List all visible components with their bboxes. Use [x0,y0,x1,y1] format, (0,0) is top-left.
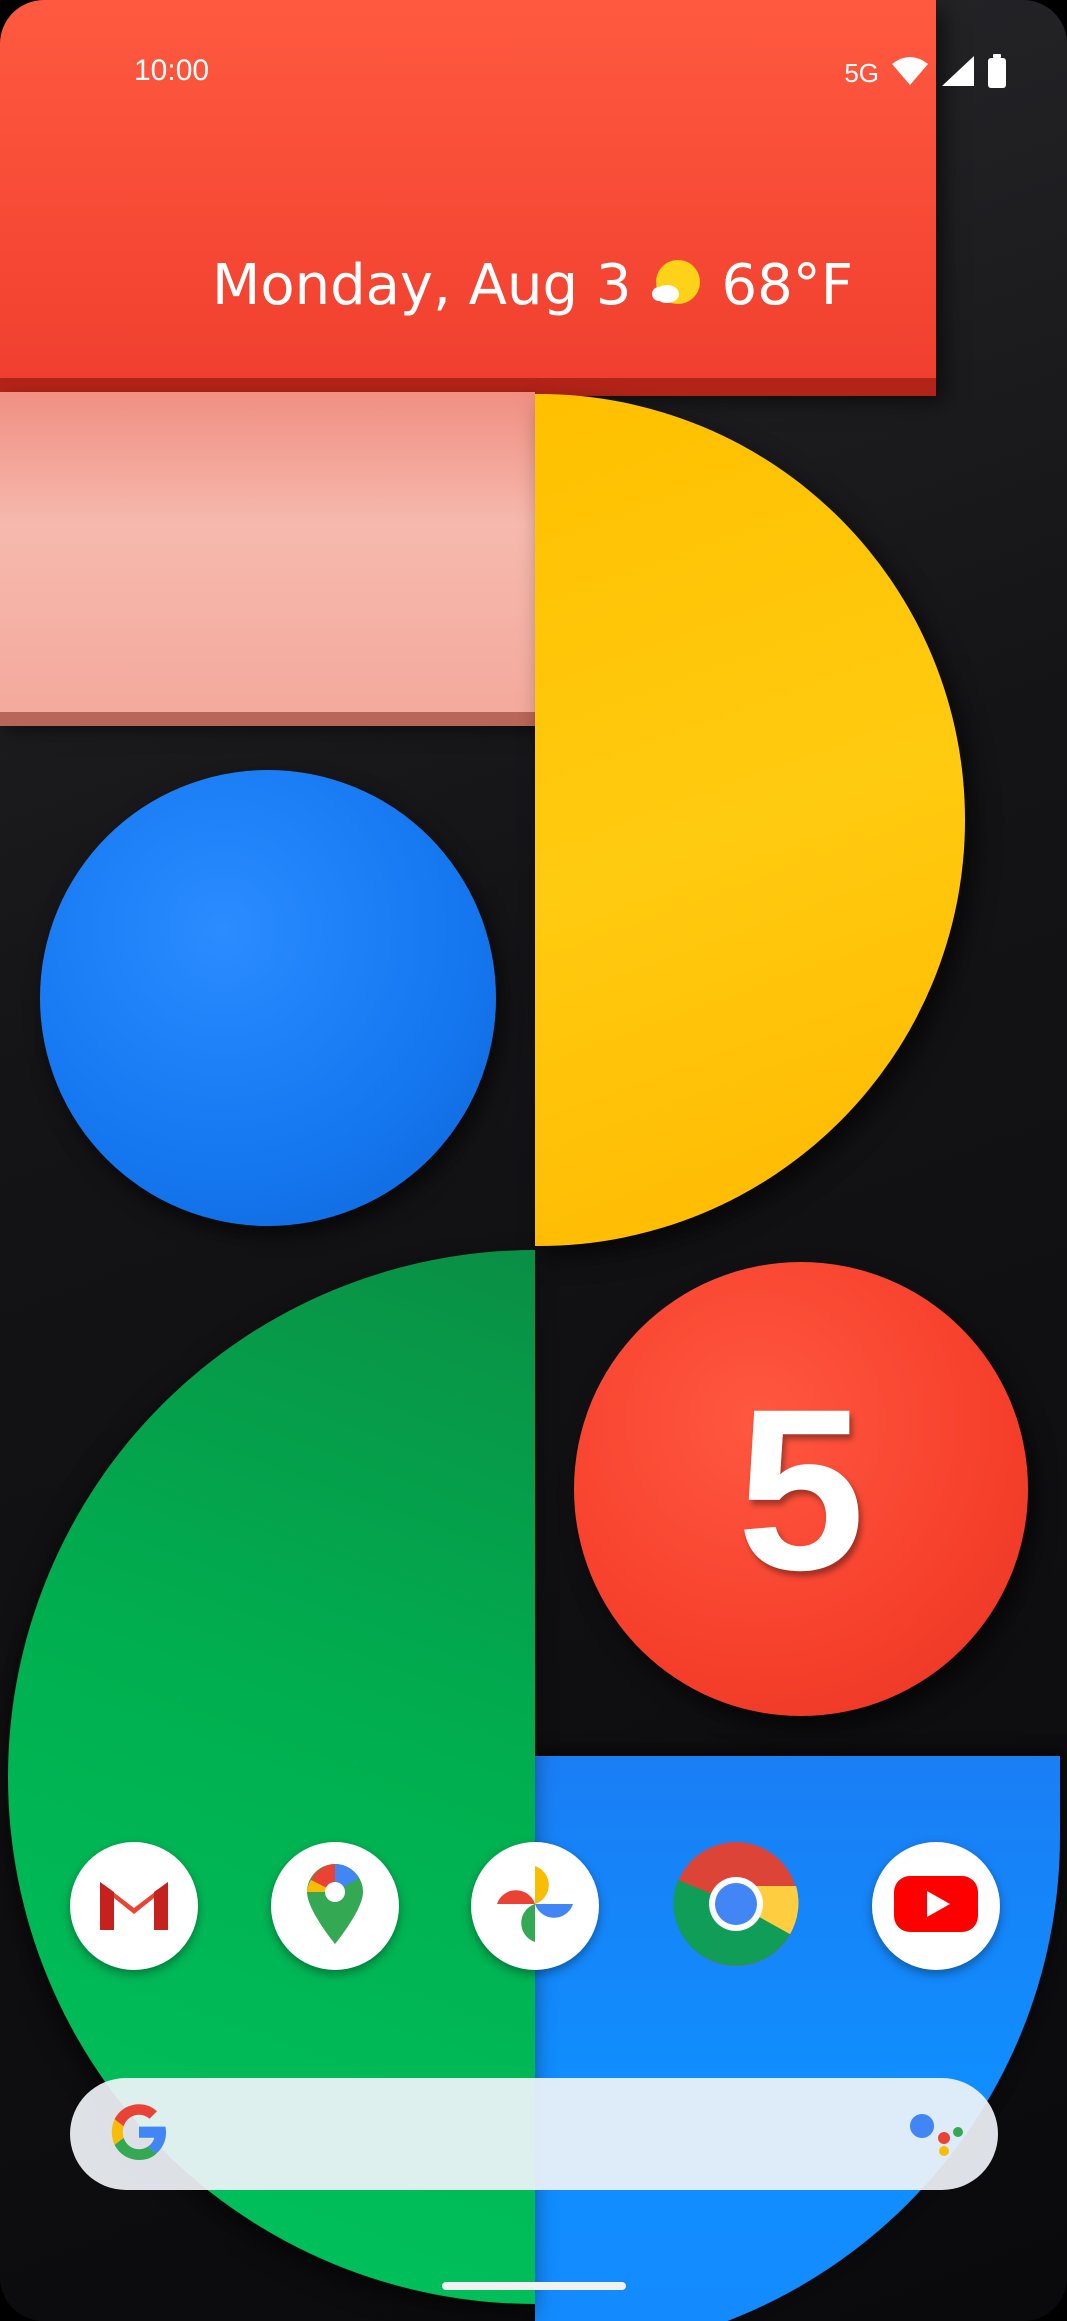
date-label: Monday, Aug 3 [212,252,632,318]
google-g-icon[interactable] [106,2099,172,2170]
app-dock [70,1840,1000,1973]
gesture-nav-handle[interactable] [442,2282,626,2290]
youtube-icon [894,1874,978,1939]
gmail-icon [96,1874,172,1939]
temperature-label: 68°F [721,252,853,318]
wallpaper-number: 5 [737,1360,865,1618]
at-a-glance-widget[interactable]: Monday, Aug 3 68°F [212,250,853,320]
status-icons: 5G [844,54,1007,93]
wallpaper-blue-circle [40,770,496,1226]
photos-icon [493,1862,577,1951]
google-assistant-icon[interactable] [908,2108,968,2161]
cell-signal-icon [941,55,975,92]
google-search-bar[interactable] [70,2078,998,2190]
wifi-icon [891,56,929,91]
status-clock: 10:00 [134,54,210,87]
chrome-app[interactable] [672,1840,800,1973]
youtube-app[interactable] [872,1842,1000,1970]
wallpaper-pink-block-edge [0,712,535,726]
maps-app[interactable] [270,1842,399,1970]
phone-screen: 5 10:00 5G Monday, Aug 3 68°F [0,0,1067,2321]
photos-app[interactable] [471,1842,599,1970]
wallpaper-pink-block [0,392,535,722]
maps-icon [303,1862,367,1951]
network-type: 5G [844,58,879,88]
battery-icon [987,54,1007,93]
partly-sunny-icon [649,258,703,312]
status-bar: 10:00 5G [0,40,1067,100]
gmail-app[interactable] [70,1842,198,1970]
chrome-icon [672,1840,800,1973]
